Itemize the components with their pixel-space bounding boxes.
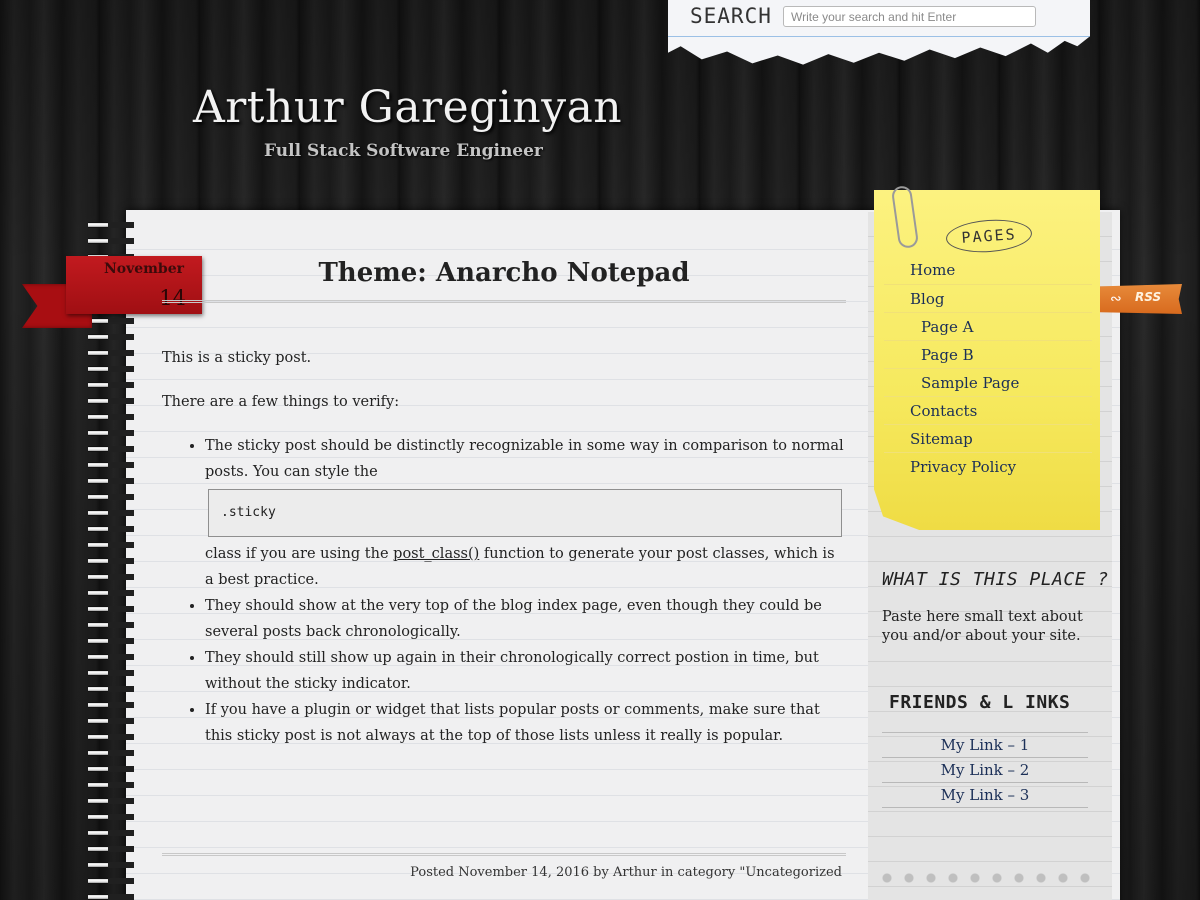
search-panel: SEARCH <box>668 0 1090 65</box>
paper-perforation <box>876 868 1100 888</box>
links-widget-title: FRIENDS & L INKS <box>889 692 1071 713</box>
search-label: SEARCH <box>690 4 772 28</box>
site-title[interactable]: Arthur Gareginyan <box>193 82 622 133</box>
list-item: If you have a plugin or widget that list… <box>205 697 846 749</box>
post-content: This is a sticky post. There are a few t… <box>162 345 846 749</box>
post-date-day: 14 <box>159 286 186 310</box>
code-block: .sticky <box>208 489 842 537</box>
list-item: They should show at the very top of the … <box>205 593 846 645</box>
nav-item-contacts[interactable]: Contacts <box>884 396 1092 424</box>
site-tagline: Full Stack Software Engineer <box>264 141 543 161</box>
rss-icon: ∾ <box>1110 291 1122 307</box>
list-item: They should still show up again in their… <box>205 645 846 697</box>
post-class-link[interactable]: post_class() <box>393 546 479 562</box>
footer-divider <box>162 853 846 856</box>
post-title[interactable]: Theme: Anarcho Notepad <box>162 258 846 288</box>
link-item-1[interactable]: My Link – 1 <box>882 733 1088 758</box>
bullet-text: The sticky post should be distinctly rec… <box>205 438 844 480</box>
search-input[interactable] <box>783 6 1036 27</box>
post-bullet-list: The sticky post should be distinctly rec… <box>205 433 846 749</box>
nav-item-sample-page[interactable]: Sample Page <box>884 368 1092 396</box>
nav-item-page-b[interactable]: Page B <box>884 340 1092 368</box>
nav-item-home[interactable]: Home <box>884 256 1092 284</box>
rss-label[interactable]: RSS <box>1135 290 1161 304</box>
list-item: The sticky post should be distinctly rec… <box>205 433 846 593</box>
nav-item-sitemap[interactable]: Sitemap <box>884 424 1092 452</box>
post-lead: There are a few things to verify: <box>162 394 400 410</box>
nav-item-page-a[interactable]: Page A <box>884 312 1092 340</box>
title-divider <box>162 300 846 303</box>
post-intro: This is a sticky post. <box>162 350 312 366</box>
nav-item-privacy-policy[interactable]: Privacy Policy <box>884 452 1092 480</box>
link-item-2[interactable]: My Link – 2 <box>882 758 1088 783</box>
nav-item-blog[interactable]: Blog <box>884 284 1092 312</box>
about-widget-title: WHAT IS THIS PLACE ? <box>882 569 1109 590</box>
bullet-text: class if you are using the <box>205 546 394 562</box>
pages-menu: Home Blog Page A Page B Sample Page Cont… <box>884 256 1092 480</box>
post-meta: Posted November 14, 2016 by Arthur in ca… <box>410 865 842 880</box>
links-list: My Link – 1 My Link – 2 My Link – 3 <box>882 732 1088 808</box>
link-item-3[interactable]: My Link – 3 <box>882 783 1088 808</box>
spiral-binding <box>88 216 134 900</box>
about-widget-text: Paste here small text about you and/or a… <box>882 609 1083 644</box>
